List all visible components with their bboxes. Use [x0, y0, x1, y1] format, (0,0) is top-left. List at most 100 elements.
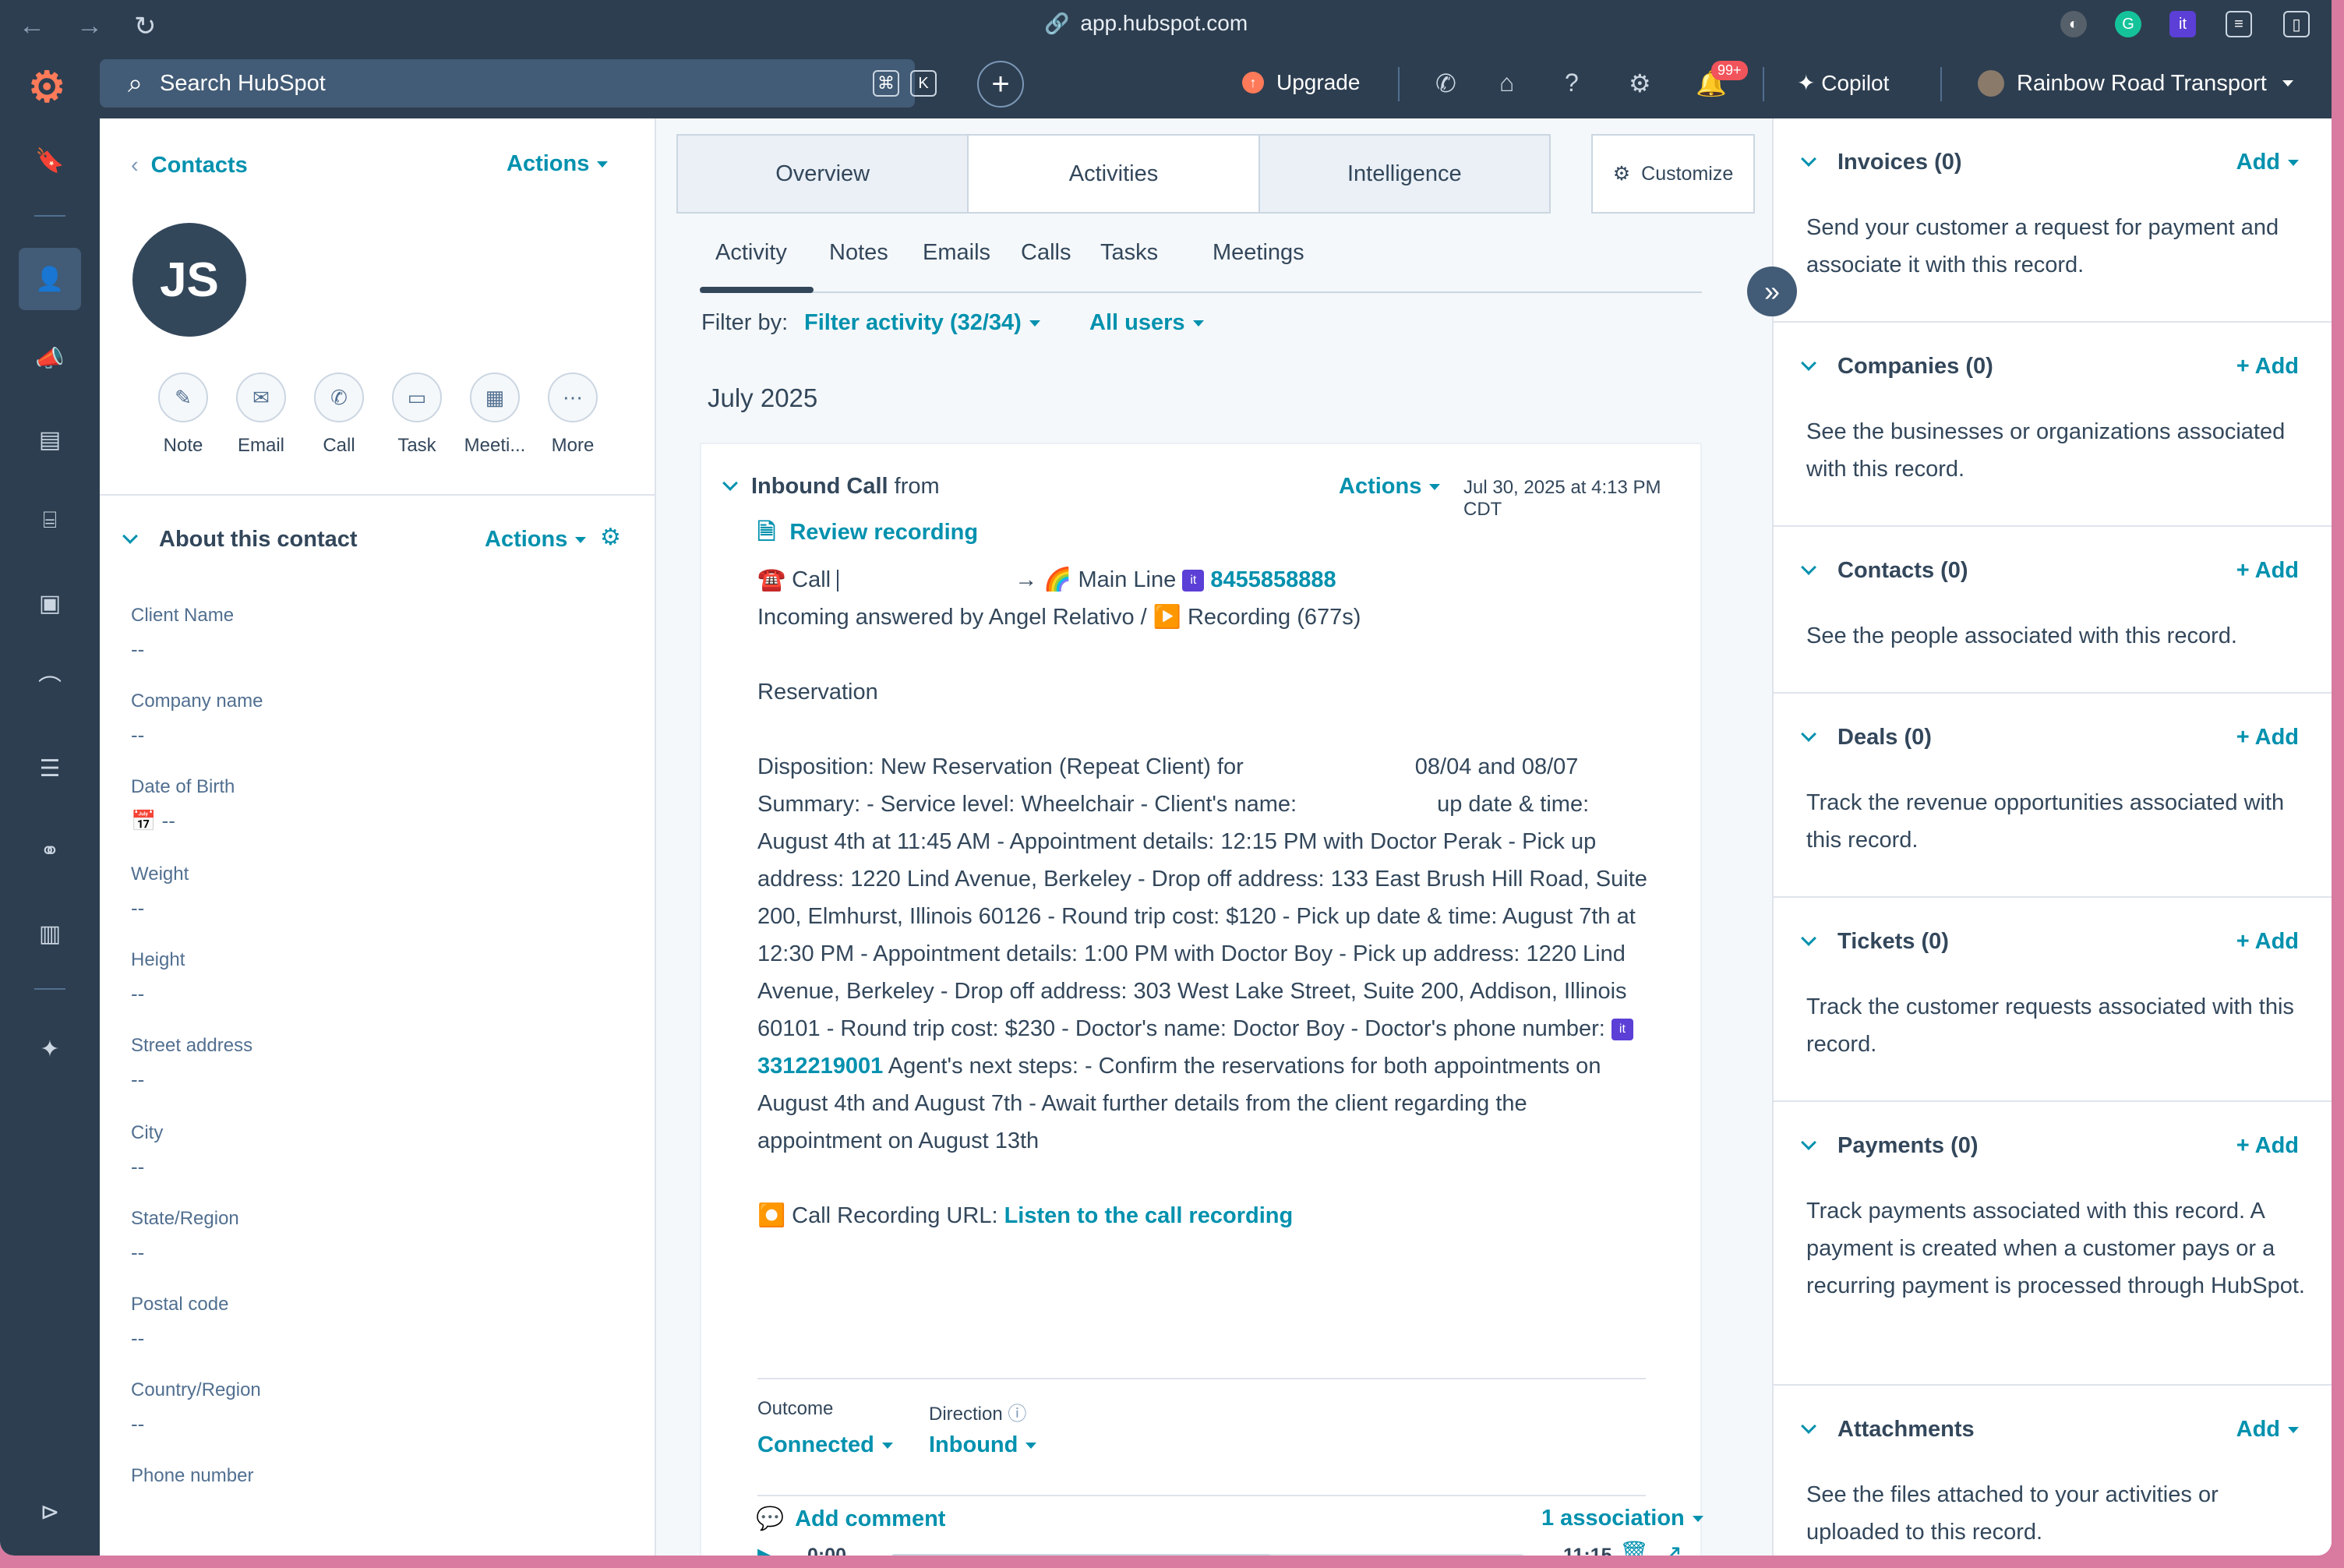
filter-activity-dropdown[interactable]: Filter activity (32/34) [804, 310, 1040, 336]
subtab-tasks[interactable]: Tasks [1100, 240, 1158, 266]
subtab-emails[interactable]: Emails [923, 240, 990, 266]
breadcrumb[interactable]: ‹ Contacts [131, 153, 248, 178]
subtab-activity[interactable]: Activity [715, 240, 787, 266]
extension-icon-1[interactable]: ◐ [2060, 11, 2087, 37]
hubspot-logo[interactable]: ⚙ [28, 62, 65, 111]
direction-dropdown[interactable]: Inbound [929, 1432, 1037, 1458]
field-date-of-birth[interactable]: Date of Birth 📅 -- [131, 776, 235, 833]
settings-gear-icon[interactable]: ⚙ [600, 524, 621, 551]
attachments-toggle[interactable]: Attachments [1801, 1417, 1975, 1443]
companies-toggle[interactable]: Companies (0) [1801, 354, 1993, 380]
copilot-button[interactable]: ✦ Copilot [1797, 70, 1889, 96]
sidebar-toggle-icon[interactable]: ▯ [2283, 11, 2310, 37]
payments-add-button[interactable]: + Add [2236, 1133, 2299, 1159]
ai-sparkle-icon[interactable]: ✦ [28, 1027, 72, 1071]
breadcrumb-contacts[interactable]: Contacts [151, 153, 248, 178]
reload-icon[interactable]: ↻ [134, 11, 157, 42]
association-dropdown[interactable]: 1 association [1541, 1506, 1703, 1531]
field-client-name[interactable]: Client Name -- [131, 605, 234, 662]
outcome-dropdown[interactable]: Connected [757, 1432, 893, 1458]
tickets-toggle[interactable]: Tickets (0) [1801, 929, 1949, 955]
external-link-icon[interactable]: ↗ [1663, 1540, 1682, 1556]
settings-gear-icon[interactable]: ⚙ [1629, 69, 1651, 98]
field-city[interactable]: City -- [131, 1122, 163, 1179]
phone-icon[interactable]: ✆ [1435, 69, 1456, 98]
play-icon[interactable]: ▶ [757, 1542, 777, 1556]
task-action[interactable]: ▭ Task [378, 373, 456, 457]
phone-link-2[interactable]: 3312219001 [757, 1054, 883, 1079]
subtab-meetings[interactable]: Meetings [1213, 240, 1304, 266]
subtab-notes[interactable]: Notes [829, 240, 888, 266]
tab-activities[interactable]: Activities [969, 136, 1260, 212]
add-comment-button[interactable]: 💬 Add comment [756, 1506, 945, 1532]
next-steps-line: August 4th and August 7th - Await furthe… [757, 1091, 1527, 1116]
grammarly-icon[interactable]: G [2115, 11, 2141, 37]
phone-link-1[interactable]: 8455858888 [1210, 567, 1336, 592]
info-icon[interactable]: ⓘ [1008, 1404, 1026, 1425]
field-height[interactable]: Height -- [131, 949, 185, 1006]
meeting-action[interactable]: ▦ Meeti... [456, 373, 534, 457]
bookmark-icon[interactable]: 🔖 [28, 139, 72, 182]
extension-icon-3[interactable]: it [2169, 11, 2196, 37]
call-action[interactable]: ✆ Call [300, 373, 378, 457]
extension-icon-4[interactable]: ≡ [2226, 11, 2252, 37]
review-recording-link[interactable]: 🗎 Review recording [757, 516, 978, 554]
field-state-region[interactable]: State/Region -- [131, 1208, 239, 1265]
back-icon[interactable]: ← [19, 11, 45, 41]
field-street-address[interactable]: Street address -- [131, 1035, 252, 1092]
field-weight[interactable]: Weight -- [131, 863, 189, 920]
invoices-add-button[interactable]: Add [2236, 150, 2299, 175]
activity-header-toggle[interactable]: Inbound Call from [722, 474, 940, 500]
marketplace-icon[interactable]: ⌂ [1499, 69, 1514, 97]
field-country-region[interactable]: Country/Region -- [131, 1379, 261, 1436]
field-phone-number[interactable]: Phone number [131, 1465, 253, 1498]
help-icon[interactable]: ? [1565, 69, 1579, 97]
invoices-toggle[interactable]: Invoices (0) [1801, 150, 1962, 175]
contacts-nav-icon[interactable]: 👤 [19, 248, 81, 310]
tickets-add-button[interactable]: + Add [2236, 929, 2299, 955]
note-action[interactable]: ✎ Note [144, 373, 222, 457]
expand-right-panel-icon[interactable]: » [1747, 267, 1797, 316]
trash-icon[interactable]: 🗑 [1619, 1540, 1649, 1556]
companies-add-button[interactable]: + Add [2236, 354, 2299, 380]
email-action[interactable]: ✉ Email [222, 373, 300, 457]
content-icon[interactable]: ▤ [28, 418, 72, 461]
section-description: See the people associated with this reco… [1806, 623, 2237, 648]
next-steps-line: 3312219001 Agent's next steps: - Confirm… [757, 1047, 1661, 1085]
payments-toggle[interactable]: Payments (0) [1801, 1133, 1979, 1159]
contact-actions-button[interactable]: Actions [507, 151, 609, 177]
attachments-add-button[interactable]: Add [2236, 1417, 2299, 1443]
activity-actions-button[interactable]: Actions [1339, 474, 1441, 500]
field-postal-code[interactable]: Postal code -- [131, 1294, 228, 1351]
divider [1763, 67, 1764, 101]
all-users-dropdown[interactable]: All users [1089, 310, 1204, 336]
service-bell-icon[interactable]: ⌒ [28, 664, 72, 708]
customize-button[interactable]: ⚙ Customize [1591, 134, 1755, 214]
contacts-toggle[interactable]: Contacts (0) [1801, 558, 1968, 584]
reports-icon[interactable]: ▥ [28, 912, 72, 955]
about-actions-button[interactable]: Actions [485, 527, 587, 553]
subtab-calls[interactable]: Calls [1021, 240, 1071, 266]
automation-icon[interactable]: ⚭ [28, 829, 72, 873]
search-input[interactable]: ⌕ Search HubSpot ⌘ K [100, 59, 937, 108]
player-progress-track[interactable] [891, 1554, 1524, 1556]
deals-add-button[interactable]: + Add [2236, 725, 2299, 750]
account-menu[interactable]: Rainbow Road Transport [1978, 70, 2293, 97]
database-icon[interactable]: ☰ [28, 747, 72, 790]
wallet-icon[interactable]: ▣ [28, 581, 72, 625]
expand-nav-icon[interactable]: ⊳ [28, 1490, 72, 1534]
tab-intelligence[interactable]: Intelligence [1260, 136, 1549, 212]
field-company-name[interactable]: Company name -- [131, 690, 263, 747]
more-action[interactable]: ⋯ More [534, 373, 612, 457]
commerce-icon[interactable]: ⌸ [28, 499, 72, 542]
listen-recording-link[interactable]: Listen to the call recording [1004, 1203, 1294, 1228]
tab-overview[interactable]: Overview [678, 136, 969, 212]
deals-toggle[interactable]: Deals (0) [1801, 725, 1932, 750]
about-section-toggle[interactable]: About this contact [122, 527, 358, 553]
contacts-add-button[interactable]: + Add [2236, 558, 2299, 584]
forward-icon[interactable]: → [76, 11, 103, 41]
create-plus-button[interactable]: + [977, 61, 1024, 108]
address-bar[interactable]: 🔗 app.hubspot.com [1044, 11, 1248, 36]
marketing-megaphone-icon[interactable]: 📣 [28, 337, 72, 380]
upgrade-button[interactable]: ↑ Upgrade [1242, 70, 1360, 95]
